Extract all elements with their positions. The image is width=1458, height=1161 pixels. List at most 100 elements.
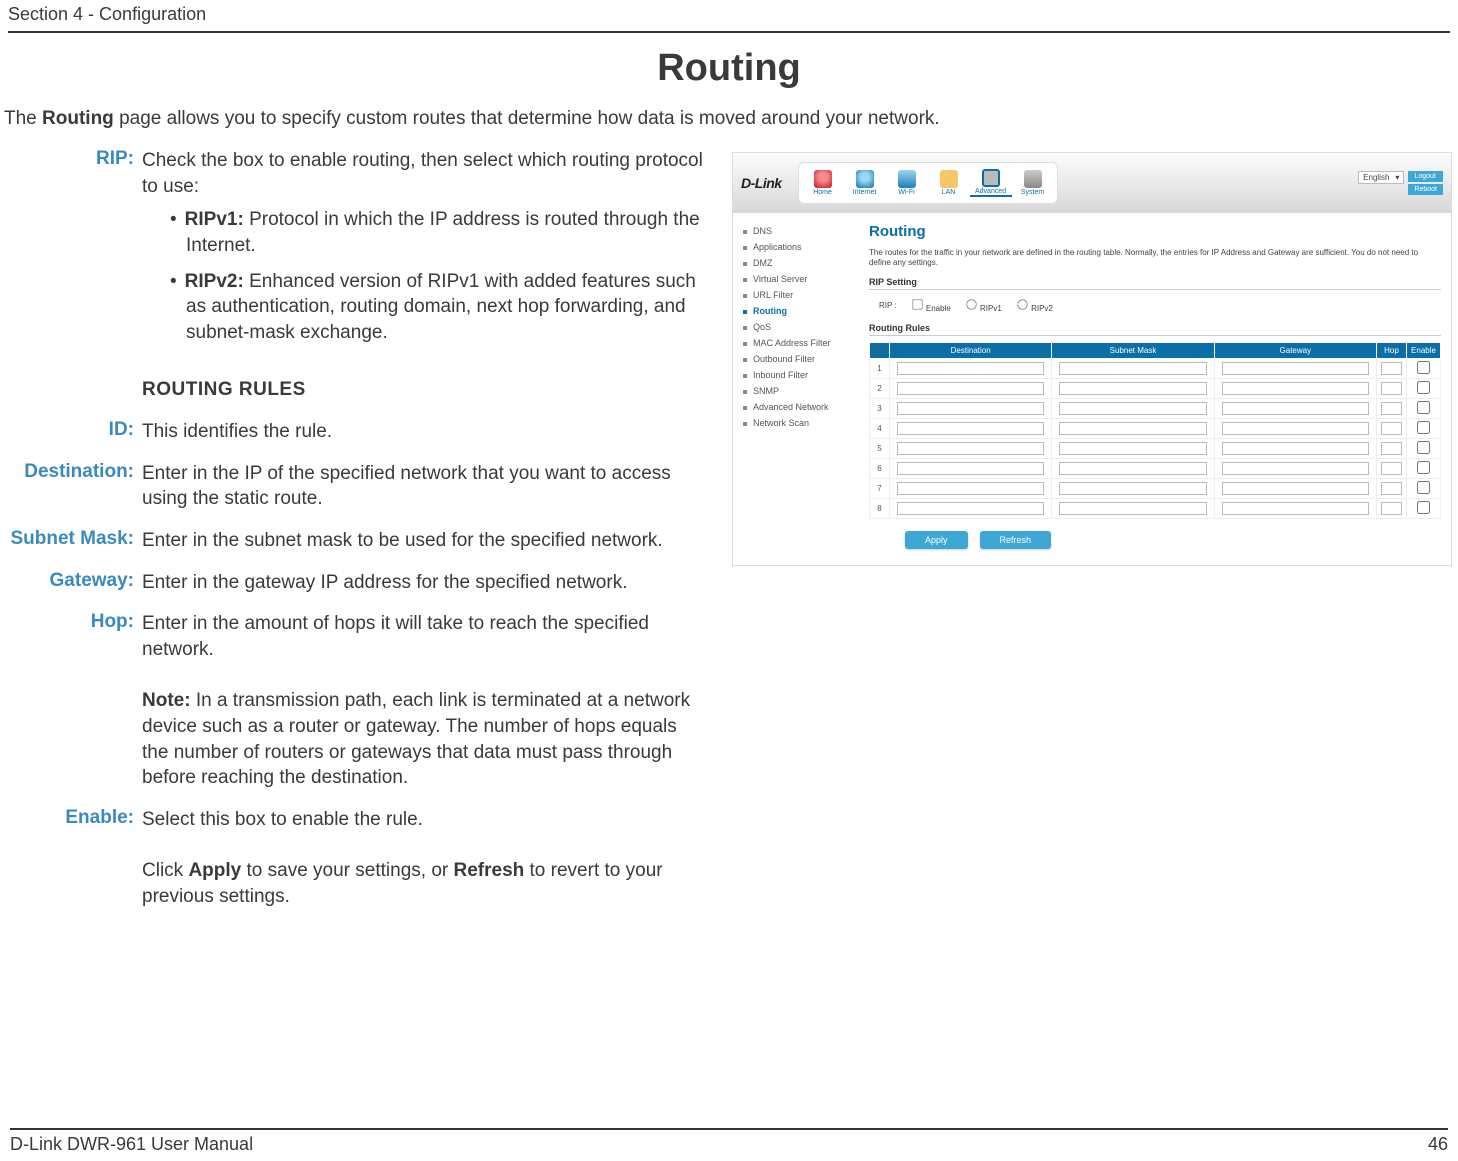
language-select[interactable]: English ▾ <box>1358 171 1404 184</box>
destination-input[interactable] <box>897 362 1045 375</box>
hop-note-text: In a transmission path, each link is ter… <box>142 690 690 788</box>
home-icon <box>814 170 832 188</box>
gateway-input[interactable] <box>1222 382 1370 395</box>
routing-rules-heading: ROUTING RULES <box>142 377 708 403</box>
apply-b2: Refresh <box>454 860 525 881</box>
sidebar-item-dns[interactable]: DNS <box>743 223 853 239</box>
subnet-mask-input[interactable] <box>1059 502 1207 515</box>
sidebar-item-advanced-network[interactable]: Advanced Network <box>743 399 853 415</box>
sidebar-item-mac-address-filter[interactable]: MAC Address Filter <box>743 335 853 351</box>
destination-input[interactable] <box>897 442 1045 455</box>
enable-checkbox[interactable] <box>1417 461 1430 474</box>
destination-input[interactable] <box>897 502 1045 515</box>
rip-enable-checkbox[interactable] <box>912 299 922 309</box>
nav-item-advanced[interactable]: Advanced <box>970 169 1012 197</box>
hop-input[interactable] <box>1381 382 1403 395</box>
enable-checkbox[interactable] <box>1417 481 1430 494</box>
hop-input[interactable] <box>1381 402 1403 415</box>
internet-icon <box>856 170 874 188</box>
rip-field-label: RIP : <box>879 301 897 310</box>
col-id: ID <box>870 342 890 358</box>
apply-button[interactable]: Apply <box>905 531 968 549</box>
row-id: 8 <box>870 498 890 518</box>
reboot-button[interactable]: Reboot <box>1408 184 1443 195</box>
gateway-input[interactable] <box>1222 502 1370 515</box>
destination-input[interactable] <box>897 462 1045 475</box>
refresh-button[interactable]: Refresh <box>980 531 1052 549</box>
row-id: 4 <box>870 418 890 438</box>
hop-input[interactable] <box>1381 502 1403 515</box>
enable-checkbox[interactable] <box>1417 401 1430 414</box>
subnet-mask-input[interactable] <box>1059 462 1207 475</box>
gateway-input[interactable] <box>1222 442 1370 455</box>
enable-checkbox[interactable] <box>1417 381 1430 394</box>
hop-input[interactable] <box>1381 442 1403 455</box>
sidebar-item-snmp[interactable]: SNMP <box>743 383 853 399</box>
enable-text: Select this box to enable the rule. <box>142 809 423 830</box>
row-id: 6 <box>870 458 890 478</box>
destination-input[interactable] <box>897 482 1045 495</box>
body-subnet-mask: Enter in the subnet mask to be used for … <box>142 528 708 554</box>
hop-input[interactable] <box>1381 422 1403 435</box>
nav-item-lan[interactable]: LAN <box>928 170 970 196</box>
nav-item-home[interactable]: Home <box>802 170 844 196</box>
destination-input[interactable] <box>897 422 1045 435</box>
subnet-mask-input[interactable] <box>1059 482 1207 495</box>
sidebar-item-inbound-filter[interactable]: Inbound Filter <box>743 367 853 383</box>
enable-checkbox[interactable] <box>1417 441 1430 454</box>
subnet-mask-input[interactable] <box>1059 442 1207 455</box>
gateway-input[interactable] <box>1222 422 1370 435</box>
apply-mid: to save your settings, or <box>241 860 453 881</box>
intro-bold: Routing <box>42 108 114 129</box>
hop-input[interactable] <box>1381 362 1403 375</box>
subnet-mask-input[interactable] <box>1059 382 1207 395</box>
subnet-mask-input[interactable] <box>1059 362 1207 375</box>
enable-checkbox[interactable] <box>1417 421 1430 434</box>
sidebar-item-network-scan[interactable]: Network Scan <box>743 415 853 431</box>
enable-checkbox[interactable] <box>1417 361 1430 374</box>
subnet-mask-input[interactable] <box>1059 402 1207 415</box>
subnet-mask-input[interactable] <box>1059 422 1207 435</box>
hop-input[interactable] <box>1381 462 1403 475</box>
page-title: Routing <box>0 47 1458 90</box>
hop-input[interactable] <box>1381 482 1403 495</box>
intro-prefix: The <box>4 108 42 129</box>
nav-item-system[interactable]: System <box>1012 170 1054 196</box>
enable-checkbox[interactable] <box>1417 501 1430 514</box>
rip-v1-text: Protocol in which the IP address is rout… <box>186 209 700 256</box>
sidebar-item-routing[interactable]: Routing <box>743 303 853 319</box>
rip-enable-option[interactable]: Enable <box>911 298 951 313</box>
nav-item-label: LAN <box>942 189 956 196</box>
gateway-input[interactable] <box>1222 362 1370 375</box>
col-subnet-mask: Subnet Mask <box>1052 342 1214 358</box>
hop-text: Enter in the amount of hops it will take… <box>142 613 649 660</box>
nav-item-label: Advanced <box>975 188 1006 195</box>
gateway-input[interactable] <box>1222 462 1370 475</box>
logout-button[interactable]: Logout <box>1408 171 1443 182</box>
rip-v2-option[interactable]: RIPv2 <box>1016 298 1053 313</box>
nav-item-wi-fi[interactable]: Wi-Fi <box>886 170 928 196</box>
sidebar-item-applications[interactable]: Applications <box>743 239 853 255</box>
sidebar-item-url-filter[interactable]: URL Filter <box>743 287 853 303</box>
rip-v2-radio[interactable] <box>1017 299 1027 309</box>
gateway-input[interactable] <box>1222 482 1370 495</box>
col-hop: Hop <box>1377 342 1407 358</box>
sidebar-item-virtual-server[interactable]: Virtual Server <box>743 271 853 287</box>
sidebar-item-qos[interactable]: QoS <box>743 319 853 335</box>
rip-v1-option[interactable]: RIPv1 <box>965 298 1002 313</box>
wi-fi-icon <box>898 170 916 188</box>
rip-v1-radio[interactable] <box>966 299 976 309</box>
sidebar-item-outbound-filter[interactable]: Outbound Filter <box>743 351 853 367</box>
nav-item-internet[interactable]: Internet <box>844 170 886 196</box>
table-row: 7 <box>870 478 1441 498</box>
body-rip: Check the box to enable routing, then se… <box>142 148 708 355</box>
table-row: 6 <box>870 458 1441 478</box>
body-destination: Enter in the IP of the specified network… <box>142 461 708 512</box>
destination-input[interactable] <box>897 382 1045 395</box>
content-description: The routes for the traffic in your netwo… <box>869 248 1441 269</box>
row-id: 1 <box>870 358 890 378</box>
destination-input[interactable] <box>897 402 1045 415</box>
table-row: 1 <box>870 358 1441 378</box>
gateway-input[interactable] <box>1222 402 1370 415</box>
sidebar-item-dmz[interactable]: DMZ <box>743 255 853 271</box>
